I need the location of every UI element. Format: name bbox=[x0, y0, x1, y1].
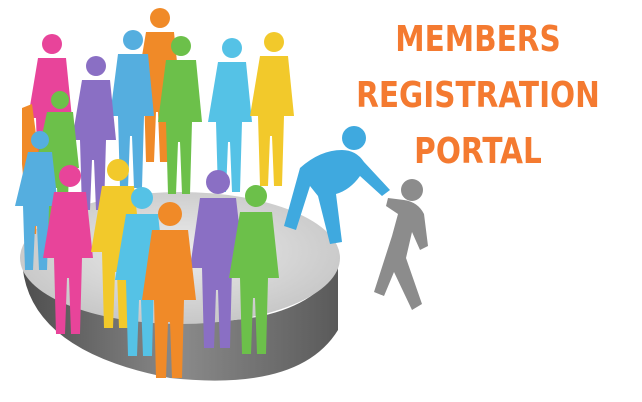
portal-banner: MEMBERS REGISTRATION PORTAL bbox=[0, 0, 642, 402]
portal-title: MEMBERS REGISTRATION PORTAL bbox=[347, 12, 609, 180]
title-line-portal: PORTAL bbox=[414, 131, 542, 172]
title-line-members: MEMBERS bbox=[395, 19, 561, 60]
new-member-icon bbox=[374, 179, 428, 310]
title-line-registration: REGISTRATION bbox=[356, 75, 600, 116]
